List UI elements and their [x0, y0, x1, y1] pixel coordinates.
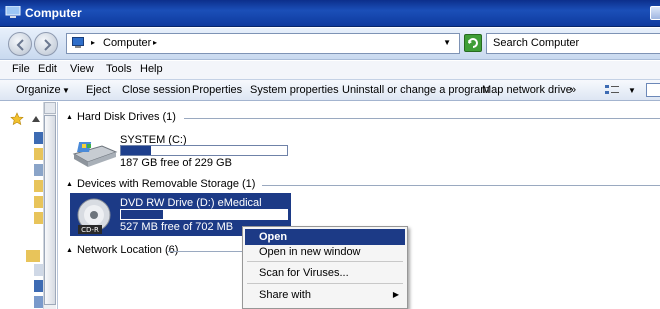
address-field[interactable]: ▸ Computer ▸ ▼ [66, 33, 460, 54]
context-menu: Open Open in new window Scan for Viruses… [242, 226, 408, 309]
window-title: Computer [25, 6, 82, 20]
group-collapse-icon[interactable]: ▲ [66, 114, 73, 121]
group-collapse-icon[interactable]: ▲ [66, 181, 73, 188]
context-open[interactable]: Open [245, 229, 405, 245]
drive-usage-bar-dvd [120, 209, 288, 220]
menu-tools[interactable]: Tools [106, 63, 132, 75]
title-bar: Computer [0, 0, 660, 27]
context-scan-viruses[interactable]: Scan for Viruses... [245, 265, 405, 281]
menu-edit[interactable]: Edit [38, 63, 57, 75]
group-header-removable[interactable]: ▲ Devices with Removable Storage (1) [66, 178, 255, 192]
properties-button[interactable]: Properties [192, 84, 242, 96]
refresh-icon [468, 38, 478, 48]
views-dropdown-icon[interactable]: ▼ [628, 86, 636, 95]
toolbar-overflow-button[interactable]: » [570, 84, 576, 96]
menu-view[interactable]: View [70, 63, 94, 75]
cd-r-badge: CD-R [81, 226, 99, 234]
back-button[interactable] [8, 32, 32, 56]
drive-usage-bar-system [120, 145, 288, 156]
views-icon[interactable] [604, 83, 620, 97]
minimize-button[interactable] [650, 6, 660, 20]
nav-scrollbar[interactable] [43, 102, 56, 309]
search-input[interactable]: Search Computer [486, 33, 660, 54]
menu-bar: File Edit View Tools Help [0, 61, 660, 79]
scroll-thumb[interactable] [44, 115, 56, 305]
hard-drive-icon[interactable] [72, 138, 118, 168]
drive-free-space-dvd: 527 MB free of 702 MB [120, 221, 234, 233]
organize-dropdown-icon[interactable]: ▼ [62, 86, 70, 95]
dvd-disc-icon[interactable]: CD-R [74, 197, 114, 235]
refresh-button[interactable] [464, 34, 482, 52]
menu-help[interactable]: Help [140, 63, 163, 75]
forward-arrow-icon [44, 39, 52, 51]
system-properties-button[interactable]: System properties [250, 84, 339, 96]
drive-usage-fill [121, 210, 163, 219]
organize-button[interactable]: Organize [16, 84, 61, 96]
menu-separator [247, 283, 403, 284]
group-divider [262, 185, 660, 186]
group-divider [184, 118, 660, 119]
uninstall-program-button[interactable]: Uninstall or change a program [342, 84, 489, 96]
group-collapse-icon[interactable]: ▲ [66, 247, 73, 254]
context-share-with[interactable]: Share with ▶ [245, 287, 405, 303]
preview-pane-icon[interactable] [646, 83, 660, 97]
context-open-new-window[interactable]: Open in new window [245, 244, 405, 260]
forward-button[interactable] [34, 32, 58, 56]
scroll-up-icon[interactable] [44, 102, 56, 114]
close-session-button[interactable]: Close session [122, 84, 190, 96]
drive-name-dvd[interactable]: DVD RW Drive (D:) eMedical [120, 197, 262, 209]
drive-free-space-system: 187 GB free of 229 GB [120, 157, 232, 169]
submenu-arrow-icon: ▶ [392, 290, 399, 299]
computer-icon [5, 6, 21, 18]
map-network-drive-button[interactable]: Map network drive [482, 84, 572, 96]
libraries-icon[interactable] [26, 250, 40, 262]
group-divider [168, 251, 242, 252]
breadcrumb-computer[interactable]: Computer [103, 37, 151, 49]
favorites-star-icon[interactable] [10, 112, 24, 126]
breadcrumb-chevron-icon[interactable]: ▸ [91, 38, 95, 47]
command-bar: Organize ▼ Eject Close session Propertie… [0, 79, 660, 101]
menu-separator [247, 261, 403, 262]
computer-icon [72, 37, 84, 48]
menu-file[interactable]: File [12, 63, 30, 75]
drive-usage-fill [121, 146, 151, 155]
group-header-network[interactable]: ▲ Network Location (6) [66, 244, 178, 258]
eject-button[interactable]: Eject [86, 84, 110, 96]
back-arrow-icon [16, 39, 24, 51]
address-dropdown-icon[interactable]: ▼ [443, 38, 451, 47]
collapse-arrow-icon[interactable] [32, 114, 40, 122]
breadcrumb-chevron-icon[interactable]: ▸ [153, 38, 157, 47]
group-header-hard-disks[interactable]: ▲ Hard Disk Drives (1) [66, 111, 176, 125]
address-bar-row: ▸ Computer ▸ ▼ Search Computer [0, 28, 660, 60]
